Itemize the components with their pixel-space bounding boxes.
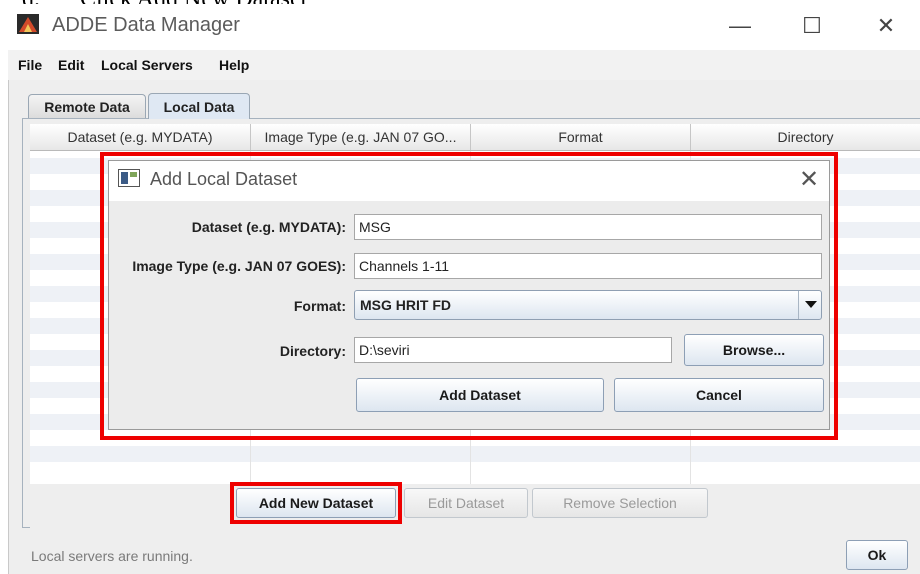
edit-dataset-button[interactable]: Edit Dataset — [404, 488, 528, 518]
minimize-icon[interactable]: — — [720, 8, 760, 44]
menu-edit[interactable]: Edit — [58, 57, 84, 73]
status-text: Local servers are running. — [31, 548, 193, 564]
app-icon — [17, 14, 39, 34]
menu-help[interactable]: Help — [219, 57, 249, 73]
remove-selection-button[interactable]: Remove Selection — [532, 488, 708, 518]
dialog-highlight-box — [100, 152, 838, 440]
menu-file[interactable]: File — [18, 57, 42, 73]
table-row[interactable] — [30, 446, 920, 462]
window-title: ADDE Data Manager — [52, 14, 240, 36]
column-header-image-type[interactable]: Image Type (e.g. JAN 07 GO... — [251, 124, 471, 150]
maximize-icon[interactable]: ☐ — [792, 8, 832, 44]
column-header-directory[interactable]: Directory — [691, 124, 920, 150]
highlight-box — [230, 482, 402, 524]
tab-local-data[interactable]: Local Data — [148, 93, 250, 119]
column-header-dataset[interactable]: Dataset (e.g. MYDATA) — [30, 124, 251, 150]
close-icon[interactable]: ✕ — [866, 8, 906, 44]
ok-button[interactable]: Ok — [846, 540, 908, 570]
tab-remote-data[interactable]: Remote Data — [28, 94, 146, 118]
column-header-format[interactable]: Format — [471, 124, 691, 150]
menu-local-servers[interactable]: Local Servers — [101, 57, 193, 73]
